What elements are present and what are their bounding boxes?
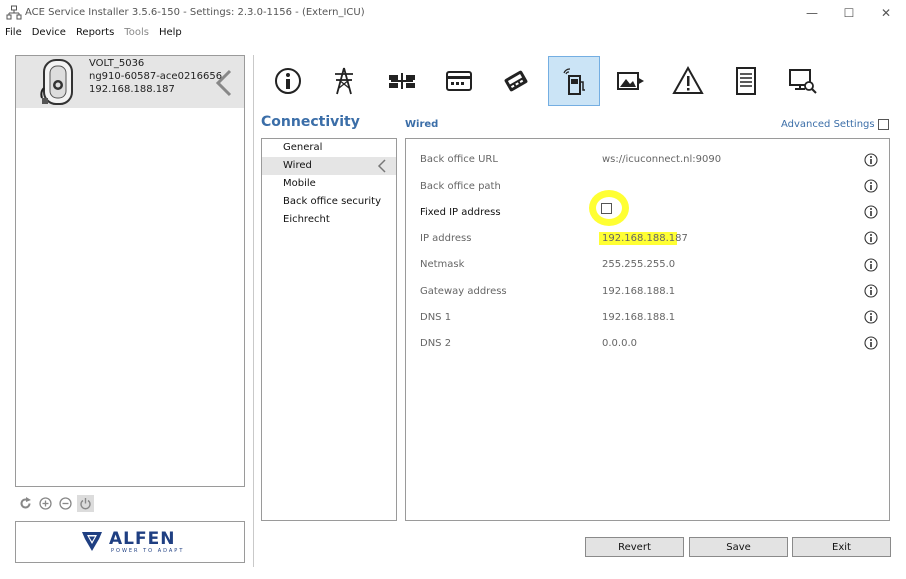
back-office-url-label: Back office URL [420, 154, 498, 165]
alfen-logo-icon [82, 532, 102, 551]
menu-help[interactable]: Help [154, 26, 187, 42]
warning-icon [672, 65, 704, 94]
tab-diagnostics[interactable] [777, 56, 829, 106]
tab-logs[interactable] [720, 56, 772, 106]
power-icon[interactable] [77, 495, 94, 512]
tab-info[interactable] [262, 56, 314, 106]
info-icon[interactable] [864, 179, 878, 193]
info-icon[interactable] [864, 153, 878, 167]
remove-circle-icon[interactable] [57, 495, 74, 512]
submenu-general[interactable]: General [262, 139, 396, 157]
dns2-label: DNS 2 [420, 338, 452, 349]
menu-reports[interactable]: Reports [71, 26, 119, 42]
back-office-url-value[interactable]: ws://icuconnect.nl:9090 [602, 154, 721, 165]
save-button[interactable]: Save [689, 537, 788, 557]
info-icon[interactable] [864, 284, 878, 298]
device-toolbar [17, 495, 94, 513]
fixed-ip-label: Fixed IP address [420, 207, 501, 218]
balance-scale-icon [389, 73, 415, 89]
submenu-mobile[interactable]: Mobile [262, 175, 396, 193]
submenu-back-office-security[interactable]: Back office security [262, 193, 396, 211]
charger-connectivity-icon [563, 68, 585, 95]
menu-file[interactable]: File [0, 26, 27, 42]
section-title: Connectivity [261, 114, 360, 130]
minimize-button[interactable]: — [794, 0, 830, 26]
refresh-icon[interactable] [17, 495, 34, 512]
ip-address-label: IP address [420, 233, 472, 244]
subsection-title: Wired [405, 119, 439, 130]
document-icon [736, 67, 756, 95]
device-list-panel [15, 55, 245, 487]
advanced-settings-checkbox[interactable] [878, 119, 889, 130]
device-serial: ng910-60587-ace0216656 [89, 71, 223, 82]
add-circle-icon[interactable] [37, 495, 54, 512]
maximize-button[interactable]: ☐ [831, 0, 867, 26]
tab-payment[interactable] [433, 56, 485, 106]
power-pylon-icon [335, 67, 353, 95]
advanced-settings-label: Advanced Settings [781, 119, 875, 130]
menu-bar: File Device Reports Tools Help [0, 26, 906, 42]
tab-load-balancing[interactable] [376, 56, 428, 106]
fixed-ip-checkbox[interactable] [601, 203, 612, 214]
dns2-value[interactable]: 0.0.0.0 [602, 338, 637, 349]
dns1-value[interactable]: 192.168.188.1 [602, 312, 675, 323]
network-app-icon [6, 5, 22, 20]
charger-device-image [40, 59, 73, 105]
dns1-label: DNS 1 [420, 312, 452, 323]
card-reader-icon [446, 71, 472, 91]
submenu-eichrecht[interactable]: Eichrecht [262, 211, 396, 229]
image-export-icon [617, 72, 644, 90]
close-button[interactable]: ✕ [868, 0, 904, 26]
device-ip: 192.168.188.187 [89, 84, 175, 95]
window-title: ACE Service Installer 3.5.6-150 - Settin… [25, 7, 365, 18]
chevron-left-icon[interactable] [214, 68, 234, 98]
netmask-value[interactable]: 255.255.255.0 [602, 259, 675, 270]
monitor-search-icon [789, 69, 817, 94]
info-icon[interactable] [864, 258, 878, 272]
gateway-label: Gateway address [420, 286, 507, 297]
chevron-left-icon [377, 159, 386, 173]
info-icon[interactable] [864, 336, 878, 350]
info-icon[interactable] [864, 310, 878, 324]
info-icon [275, 68, 301, 94]
revert-button[interactable]: Revert [585, 537, 684, 557]
info-icon[interactable] [864, 205, 878, 219]
tab-display[interactable] [605, 56, 657, 106]
menu-device[interactable]: Device [27, 26, 71, 42]
brand-logo-text: ALFEN [109, 529, 176, 549]
payment-terminal-icon [504, 70, 528, 92]
ip-address-value[interactable]: 192.168.188.187 [602, 233, 688, 244]
exit-button[interactable]: Exit [792, 537, 891, 557]
info-icon[interactable] [864, 231, 878, 245]
tab-warnings[interactable] [662, 56, 714, 106]
tab-grid[interactable] [318, 56, 370, 106]
back-office-path-label: Back office path [420, 181, 501, 192]
tab-connectivity[interactable] [548, 56, 600, 106]
menu-tools[interactable]: Tools [119, 26, 154, 42]
netmask-label: Netmask [420, 259, 465, 270]
brand-tagline: POWER TO ADAPT [111, 548, 185, 554]
tab-rfid[interactable] [490, 56, 542, 106]
wired-settings-panel [405, 138, 890, 521]
panel-divider [253, 55, 254, 567]
gateway-value[interactable]: 192.168.188.1 [602, 286, 675, 297]
device-name: VOLT_5036 [89, 58, 145, 69]
